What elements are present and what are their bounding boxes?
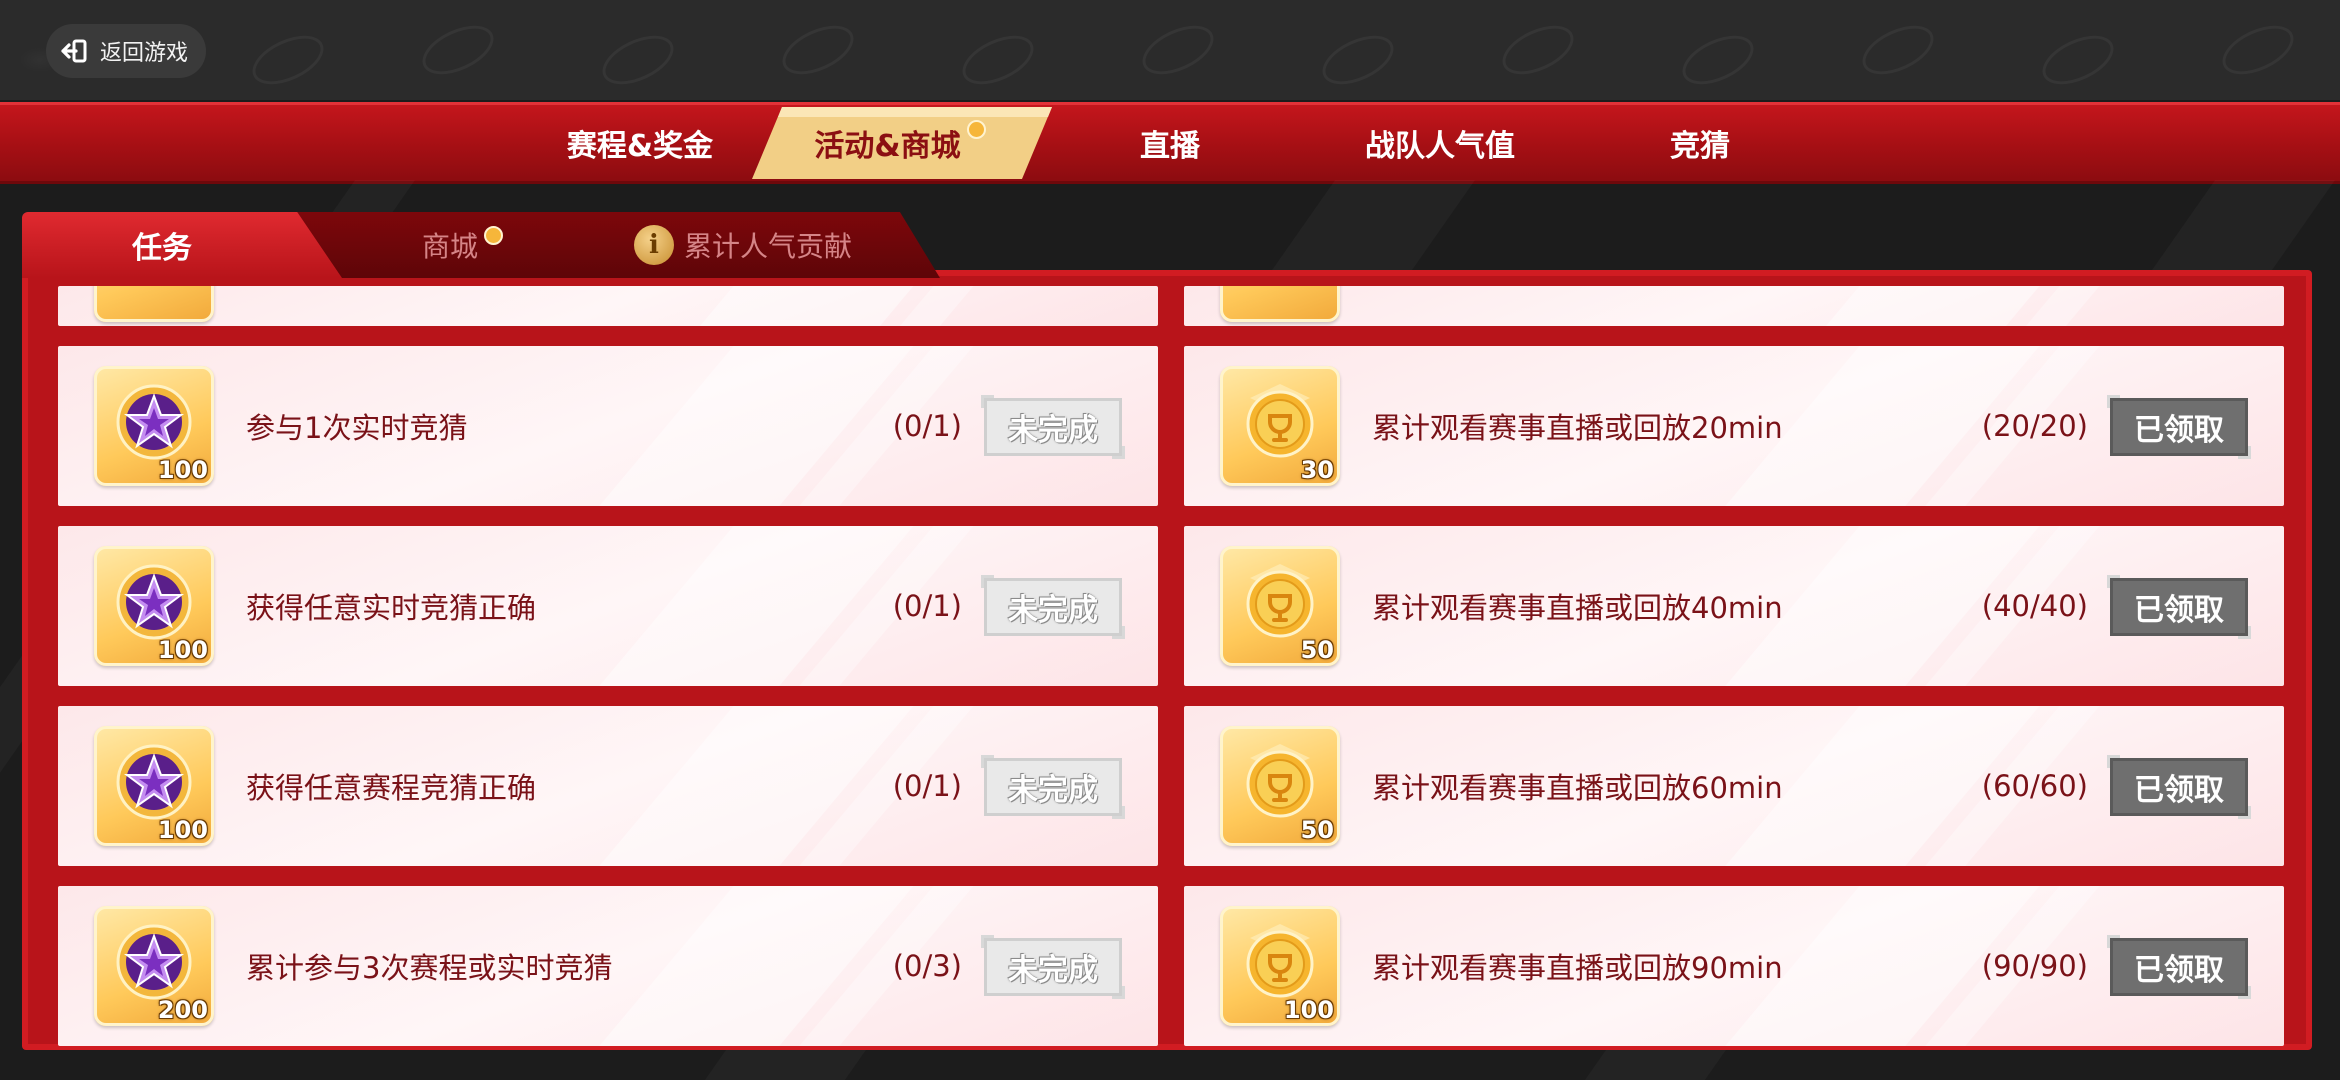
reward-quantity: 30 xyxy=(1300,456,1334,484)
task-progress: (0/1) xyxy=(892,589,962,623)
sub-tabs: 任务 商城 i 累计人气贡献 xyxy=(22,212,940,278)
task-card-partial xyxy=(58,286,1158,326)
subtab-shop-label: 商城 xyxy=(422,230,479,263)
task-progress: (40/40) xyxy=(1981,589,2088,623)
reward-item: 50 xyxy=(1220,546,1340,666)
star-badge-icon xyxy=(116,384,192,460)
task-progress: (60/60) xyxy=(1981,769,2088,803)
notification-dot xyxy=(484,225,504,245)
subtab-shop[interactable]: 商城 xyxy=(422,212,504,278)
reward-quantity: 50 xyxy=(1300,636,1334,664)
task-card: 100 获得任意实时竞猜正确 (0/1) 未完成 xyxy=(58,526,1158,686)
task-title: 参与1次实时竞猜 xyxy=(246,411,468,445)
info-icon[interactable]: i xyxy=(634,225,674,265)
task-title: 累计观看赛事直播或回放20min xyxy=(1372,411,1783,445)
tab-betting[interactable]: 竞猜 xyxy=(1640,105,1760,181)
exit-icon xyxy=(61,39,87,63)
task-progress: (0/3) xyxy=(892,949,962,983)
task-title: 获得任意赛程竞猜正确 xyxy=(246,771,537,805)
subtab-contrib-label: 累计人气贡献 xyxy=(684,230,853,263)
reward-quantity: 200 xyxy=(157,996,208,1024)
task-progress: (0/1) xyxy=(892,409,962,443)
tab-label: 活动&商城 xyxy=(814,129,961,164)
reward-item: 30 xyxy=(1220,366,1340,486)
task-progress: (0/1) xyxy=(892,769,962,803)
task-title: 累计参与3次赛程或实时竞猜 xyxy=(246,951,613,985)
subtab-contribution[interactable]: i 累计人气贡献 xyxy=(634,212,852,278)
task-status-button[interactable]: 已领取 xyxy=(2107,575,2251,639)
task-card: 50 累计观看赛事直播或回放40min (40/40) 已领取 xyxy=(1184,526,2284,686)
notification-dot xyxy=(966,119,986,139)
reward-quantity: 100 xyxy=(1283,996,1334,1024)
reward-item: 100 xyxy=(94,726,214,846)
tab-label: 战队人气值 xyxy=(1365,129,1515,164)
topbar-pattern xyxy=(0,0,2340,100)
top-bar: 返回游戏 xyxy=(0,0,2340,100)
task-status-button[interactable]: 已领取 xyxy=(2107,935,2251,999)
task-title: 累计观看赛事直播或回放40min xyxy=(1372,591,1783,625)
gold-coin-icon xyxy=(1246,564,1314,638)
task-status-button[interactable]: 未完成 xyxy=(981,755,1125,819)
task-title: 累计观看赛事直播或回放60min xyxy=(1372,771,1783,805)
task-status-button[interactable]: 未完成 xyxy=(981,395,1125,459)
tab-label: 赛程&奖金 xyxy=(566,129,714,164)
gold-coin-icon xyxy=(1246,744,1314,818)
task-status-button[interactable]: 未完成 xyxy=(981,935,1125,999)
task-card: 30 累计观看赛事直播或回放20min (20/20) 已领取 xyxy=(1184,346,2284,506)
star-badge-icon xyxy=(116,564,192,640)
reward-quantity: 100 xyxy=(157,636,208,664)
tab-team-popularity[interactable]: 战队人气值 xyxy=(1340,105,1540,181)
tab-label: 直播 xyxy=(1140,129,1200,164)
reward-item: 200 xyxy=(94,906,214,1026)
back-to-game-button[interactable]: 返回游戏 xyxy=(46,24,207,78)
task-title: 累计观看赛事直播或回放90min xyxy=(1372,951,1783,985)
reward-quantity: 100 xyxy=(157,816,208,844)
reward-icon-partial xyxy=(94,286,214,322)
tab-activity-shop[interactable]: 活动&商城 xyxy=(780,105,1020,181)
reward-icon-partial xyxy=(1220,286,1340,322)
main-nav: 赛程&奖金 活动&商城 直播 战队人气值 竞猜 xyxy=(0,102,2340,184)
task-card: 200 累计参与3次赛程或实时竞猜 (0/3) 未完成 xyxy=(58,886,1158,1046)
star-badge-icon xyxy=(116,924,192,1000)
reward-item: 100 xyxy=(94,546,214,666)
reward-item: 50 xyxy=(1220,726,1340,846)
task-card-partial xyxy=(1184,286,2284,326)
back-button-label: 返回游戏 xyxy=(100,41,189,66)
star-badge-icon xyxy=(116,744,192,820)
task-card: 100 累计观看赛事直播或回放90min (90/90) 已领取 xyxy=(1184,886,2284,1046)
reward-item: 100 xyxy=(1220,906,1340,1026)
task-progress: (90/90) xyxy=(1981,949,2088,983)
reward-quantity: 50 xyxy=(1300,816,1334,844)
task-status-button[interactable]: 未完成 xyxy=(981,575,1125,639)
task-status-button[interactable]: 已领取 xyxy=(2107,755,2251,819)
task-status-button[interactable]: 已领取 xyxy=(2107,395,2251,459)
gold-coin-icon xyxy=(1246,384,1314,458)
task-title: 获得任意实时竞猜正确 xyxy=(246,591,537,625)
reward-quantity: 100 xyxy=(157,456,208,484)
subtab-task[interactable]: 任务 xyxy=(22,212,342,278)
task-progress: (20/20) xyxy=(1981,409,2088,443)
task-card: 50 累计观看赛事直播或回放60min (60/60) 已领取 xyxy=(1184,706,2284,866)
subtab-task-label: 任务 xyxy=(132,231,192,266)
tab-label: 竞猜 xyxy=(1670,129,1730,164)
task-card: 100 参与1次实时竞猜 (0/1) 未完成 xyxy=(58,346,1158,506)
tab-schedule-prize[interactable]: 赛程&奖金 xyxy=(540,105,740,181)
reward-item: 100 xyxy=(94,366,214,486)
task-card: 100 获得任意赛程竞猜正确 (0/1) 未完成 xyxy=(58,706,1158,866)
gold-coin-icon xyxy=(1246,924,1314,998)
tab-live[interactable]: 直播 xyxy=(1110,105,1230,181)
